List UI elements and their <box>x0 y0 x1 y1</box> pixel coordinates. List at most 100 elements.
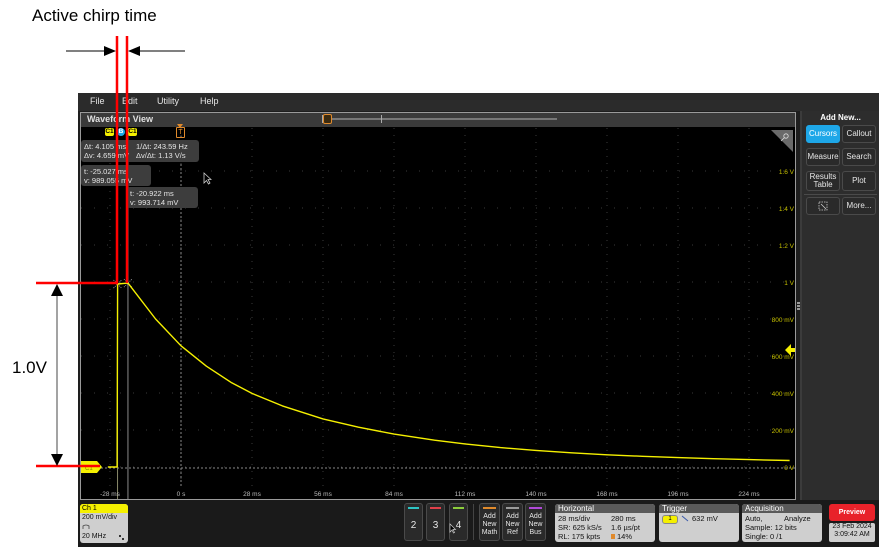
cursors-button[interactable]: Cursors <box>806 125 840 143</box>
x-tick-label: 84 ms <box>385 491 403 498</box>
y-tick-label: 200 mV <box>772 428 795 435</box>
y-tick-label: 1 V <box>784 280 794 287</box>
x-tick-label: 112 ms <box>455 491 477 498</box>
acquisition-sample: Sample: 12 bits <box>745 523 797 532</box>
channel-2-button[interactable]: 2 <box>404 503 423 541</box>
ch1-label: Ch 1 <box>80 504 128 513</box>
time: 3:09:42 AM <box>834 531 870 538</box>
add-new-bus-button[interactable]: Add New Bus <box>525 503 546 541</box>
acquisition-single: Single: 0 /1 <box>745 532 783 541</box>
annotation-voltage-label: 1.0V <box>12 358 47 377</box>
ref-color-bar <box>506 507 519 509</box>
ch1-ground-marker-icon[interactable]: C1 <box>81 461 103 473</box>
ch1-coupling-icon <box>82 524 90 529</box>
waveform-view-title: Waveform View <box>87 114 154 124</box>
trigger-position-marker-icon[interactable] <box>323 114 332 124</box>
cursor-tag-b[interactable]: B <box>117 128 125 136</box>
delta-v-over-delta-t: Δv/Δt: 1.13 V/s <box>136 151 186 160</box>
add-new-math-label: Add New Math <box>481 513 498 536</box>
panel-resize-grip-icon[interactable] <box>797 302 800 310</box>
menu-edit[interactable]: Edit <box>122 96 138 106</box>
x-axis-labels: -28 ms 0 s 28 ms 56 ms 84 ms 112 ms 140 ms 168 … <box>100 491 760 498</box>
cursor-tag-c1-a[interactable]: C1 <box>105 128 114 136</box>
search-button[interactable]: Search <box>842 148 876 166</box>
panel-separator <box>804 194 877 195</box>
x-tick-label: 140 ms <box>525 491 547 498</box>
delta-v: Δv: 4.659 mV <box>84 151 130 160</box>
waveform-view-header <box>81 113 795 127</box>
cursor-delta-readout[interactable]: Δt: 4.105 ms Δv: 4.659 mV 1/Δt: 243.59 H… <box>81 140 199 162</box>
math-color-bar <box>483 507 496 509</box>
channel-4-button[interactable]: 4 <box>449 503 468 541</box>
x-tick-label: 56 ms <box>314 491 332 498</box>
mouse-pointer-icon <box>449 523 457 534</box>
y-tick-label: 1.2 V <box>779 243 795 250</box>
ch1-badge[interactable]: Ch 1 200 mV/div 20 MHz <box>80 504 128 543</box>
ch1-bandwidth-limit-icon <box>119 535 124 540</box>
cursor-b-readout[interactable]: t: -20.922 ms v: 993.714 mV <box>127 187 198 208</box>
y-tick-label: 0 V <box>784 465 794 472</box>
cursor-a-time: t: -25.027 ms <box>84 167 128 176</box>
add-new-ref-button[interactable]: Add New Ref <box>502 503 523 541</box>
preview-button[interactable]: Preview <box>829 504 875 521</box>
channel-3-button[interactable]: 3 <box>426 503 445 541</box>
cursor-tag-c1-b[interactable]: C1 <box>128 128 137 136</box>
results-table-button[interactable]: Results Table <box>806 171 840 191</box>
date-time: 23 Feb 2024 3:09:42 AM <box>829 523 875 542</box>
menu-utility[interactable]: Utility <box>157 96 179 106</box>
trigger-source-badge: 1 <box>662 515 678 524</box>
grid <box>81 128 795 487</box>
horizontal-duration: 280 ms <box>611 514 636 523</box>
horizontal-settings[interactable]: Horizontal 28 ms/div 280 ms SR: 625 kS/s… <box>555 504 655 542</box>
button-group-separator <box>473 504 474 540</box>
menu-bar: File Edit Utility Help <box>78 93 879 111</box>
acquisition-settings[interactable]: Acquisition Auto, Analyze Sample: 12 bit… <box>742 504 822 542</box>
trigger-level-arrow-icon[interactable] <box>785 344 795 356</box>
inverse-delta-t: 1/Δt: 243.59 Hz <box>136 142 188 151</box>
cursor-a-readout[interactable]: t: -25.027 ms v: 989.055 mV <box>81 165 151 186</box>
date: 23 Feb 2024 <box>832 523 872 530</box>
y-axis-labels: 1.6 V1.4 V1.2 V1 V800 mV600 mV400 mV200 … <box>772 169 795 472</box>
trigger-tag[interactable]: T <box>176 127 185 138</box>
waveform-plot[interactable]: 1.6 V1.4 V1.2 V1 V800 mV600 mV400 mV200 … <box>81 128 795 499</box>
menu-help[interactable]: Help <box>200 96 219 106</box>
more-button[interactable]: More... <box>842 197 876 215</box>
trigger-settings[interactable]: Trigger 1 632 mV <box>659 504 739 542</box>
up-arrow-icon <box>51 284 63 296</box>
menu-file[interactable]: File <box>90 96 105 106</box>
right-pointing-arrow-icon <box>104 46 116 56</box>
callout-button[interactable]: Callout <box>842 125 876 143</box>
add-new-panel <box>802 111 879 501</box>
delta-t: Δt: 4.105 ms <box>84 142 127 151</box>
trigger-arrow-icon <box>177 124 183 128</box>
measure-button[interactable]: Measure <box>806 148 840 166</box>
y-tick-label: 800 mV <box>772 317 795 324</box>
acquisition-title: Acquisition <box>742 504 822 513</box>
x-tick-label: 224 ms <box>738 491 760 498</box>
plot-button[interactable]: Plot <box>842 171 876 191</box>
channel-2-label: 2 <box>410 520 417 531</box>
record-length: RL: 175 kpts <box>558 532 601 541</box>
ch1-bandwidth: 20 MHz <box>82 533 107 540</box>
channel-3-label: 3 <box>432 520 439 531</box>
trigger-title: Trigger <box>659 504 739 513</box>
add-new-math-button[interactable]: Add New Math <box>479 503 500 541</box>
ch1-trace <box>108 282 790 468</box>
y-tick-label: 1.6 V <box>779 169 795 176</box>
cursor-b-time: t: -20.922 ms <box>130 189 174 198</box>
zoom-corner-icon[interactable] <box>771 130 793 152</box>
horizontal-scale: 28 ms/div <box>558 514 591 523</box>
drag-zone-button[interactable] <box>806 197 840 215</box>
ch2-color-bar <box>408 507 419 509</box>
left-pointing-arrow-icon <box>128 46 140 56</box>
add-new-title: Add New... <box>820 113 861 122</box>
falling-edge-icon <box>681 515 689 522</box>
x-tick-label: 28 ms <box>243 491 261 498</box>
acquisition-analyze: Analyze <box>784 514 811 523</box>
ch1-scale: 200 mV/div <box>82 514 118 521</box>
x-tick-label: 196 ms <box>667 491 689 498</box>
sample-rate: SR: 625 kS/s <box>558 523 602 532</box>
x-tick-label: 0 s <box>177 491 186 498</box>
add-new-bus-label: Add New Bus <box>528 513 543 536</box>
add-new-ref-label: Add New Ref <box>505 513 520 536</box>
